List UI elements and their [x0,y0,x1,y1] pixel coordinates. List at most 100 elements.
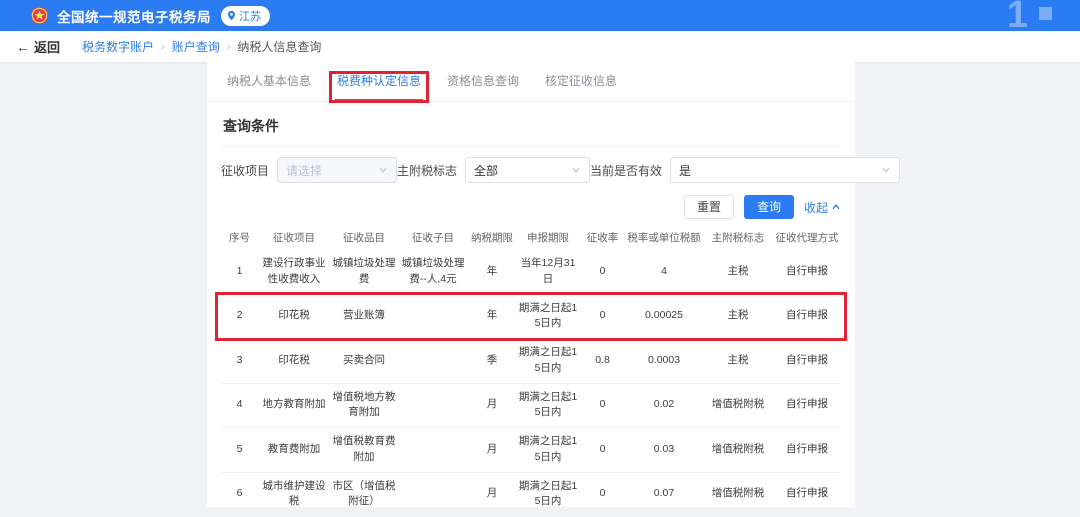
app-header: 全国统一规范电子税务局 江苏 1 [0,0,1080,36]
chevron-down-icon [882,167,890,173]
collection-item-select[interactable]: 请选择 [277,157,398,183]
table-cell: 3 [221,338,258,384]
tab-tax-fee-type-determination[interactable]: 税费种认定信息 [335,62,424,101]
table-cell: 4 [625,250,703,295]
table-cell: 0.8 [580,338,625,384]
chevron-down-icon [379,167,387,173]
table-cell: 城市维护建设税 [258,472,330,517]
table-cell: 印花税 [258,338,330,384]
table-cell: 主税 [703,338,773,384]
tab-qualification-info-query[interactable]: 资格信息查询 [445,62,521,101]
table-cell: 月 [468,383,516,428]
collapse-label: 收起 [803,200,828,215]
back-button[interactable]: ← 返回 [16,37,60,56]
table-cell [398,472,468,517]
table-cell: 自行申报 [773,427,841,473]
main-supplementary-tax-flag-select[interactable]: 全部 [465,157,591,183]
collection-item-label: 征收项目 [221,163,270,178]
breadcrumb-current-page: 纳税人信息查询 [237,40,322,54]
table-header-cell: 征收项目 [273,232,315,244]
table-header-cell: 纳税期限 [471,232,513,244]
main-supplementary-tax-flag-field: 主附税标志 全部 [397,157,591,183]
tab-taxpayer-basic-info[interactable]: 纳税人基本信息 [225,62,313,101]
table-header-cell: 征收子目 [412,232,454,244]
collection-item-field: 征收项目 请选择 [221,157,398,183]
collapse-link[interactable]: 收起 [804,199,841,216]
table-header-cell: 申报期限 [527,232,569,244]
currently-valid-field: 当前是否有效 是 [590,157,901,183]
breadcrumb-bar: ← 返回 税务数字账户 › 账户查询 › 纳税人信息查询 [0,31,1080,62]
table-cell: 0.02 [625,383,703,428]
table-cell: 自行申报 [773,250,841,295]
table-row: 2 印花税 营业账簿 年期满之日起15日内 0 0.00025 主税 自行申报 [221,294,841,339]
table-cell: 主税 [703,294,773,339]
table-cell: 自行申报 [773,294,841,339]
table-header-cell: 征收代理方式 [775,232,839,244]
table-cell: 2 [221,294,258,339]
tax-determination-table: 序号 征收项目 征收品目 征收子目 纳税期限 申报期限 征收率 税率或单位税额 … [221,225,841,517]
table-header-cell: 主附税标志 [711,232,765,244]
table-cell: 期满之日起15日内 [516,427,580,473]
table-cell: 城镇垃圾处理费--人,4元 [398,250,468,295]
table-cell: 自行申报 [773,383,841,428]
table-cell: 0 [580,250,625,295]
table-header-cell: 征收品目 [343,232,385,244]
breadcrumb-separator-icon: › [161,40,165,53]
location-pin-icon [227,10,236,21]
table-header-cell: 税率或单位税额 [627,232,701,244]
table-cell: 5 [221,427,258,473]
table-row: 4 地方教育附加 增值税地方教育附加 月期满之日起15日内 0 0.02 增值税附税 自行申报 [221,383,841,428]
table-cell: 期满之日起15日内 [516,338,580,384]
table-header-cell: 征收率 [586,232,619,244]
breadcrumb-tax-digital-account[interactable]: 税务数字账户 [82,38,154,55]
table-cell: 1 [221,250,258,295]
back-label: 返回 [34,40,61,55]
table-cell: 季 [468,338,516,384]
reset-button[interactable]: 重置 [683,195,734,219]
main-supplementary-tax-flag-value: 全部 [474,163,499,178]
table-cell: 自行申报 [773,472,841,517]
table-cell: 0.07 [625,472,703,517]
table-cell: 0.00025 [625,294,703,339]
chevron-down-icon [572,167,580,173]
main-supplementary-tax-flag-label: 主附税标志 [397,163,458,178]
currently-valid-select[interactable]: 是 [670,157,901,183]
breadcrumb-account-query[interactable]: 账户查询 [172,38,220,55]
table-cell: 年 [468,250,516,295]
table-cell: 年 [468,294,516,339]
table-cell: 增值税教育费附加 [330,427,398,473]
table-cell: 4 [221,383,258,428]
content-card: 纳税人基本信息 税费种认定信息 资格信息查询 核定征收信息 查询条件 征收项目 … [207,62,901,517]
table-cell: 增值税地方教育附加 [330,383,398,428]
table-cell: 0.03 [625,427,703,473]
table-cell: 建设行政事业性收费收入 [258,250,330,295]
table-header-cell: 序号 [229,232,250,244]
back-arrow-icon: ← [16,38,30,55]
watermark-digit: 1 [1006,0,1028,36]
currently-valid-label: 当前是否有效 [590,163,663,178]
table-cell: 0 [580,427,625,473]
app-title: 全国统一规范电子税务局 [57,9,211,25]
collection-item-value: 请选择 [286,163,323,178]
watermark-square-shape [1039,7,1052,20]
table-cell: 主税 [703,250,773,295]
national-emblem-icon [30,6,49,25]
table-cell: 印花税 [258,294,330,339]
table-cell: 增值税附税 [703,427,773,473]
table-cell: 地方教育附加 [258,383,330,428]
search-button[interactable]: 查询 [743,195,794,219]
tab-assessed-collection-info[interactable]: 核定征收信息 [543,62,619,101]
table-cell: 0 [580,294,625,339]
action-button-row: 重置 查询 收起 [221,195,841,219]
table-cell: 增值税附税 [703,383,773,428]
table-cell: 0 [580,472,625,517]
region-badge[interactable]: 江苏 [221,5,270,26]
table-cell [398,338,468,384]
table-cell: 月 [468,427,516,473]
table-row: 1 建设行政事业性收费收入 城镇垃圾处理费 城镇垃圾处理费--人,4元年当年12月31… [221,250,841,295]
table-cell: 城镇垃圾处理费 [330,250,398,295]
query-form: 征收项目 请选择 主附税标志 全部 当前是否有效 是 [221,157,901,183]
table-cell: 自行申报 [773,338,841,384]
table-row: 3 印花税 买卖合同 季期满之日起15日内 0.8 0.0003 主税 自行申报 [221,338,841,384]
table-cell: 期满之日起15日内 [516,294,580,339]
